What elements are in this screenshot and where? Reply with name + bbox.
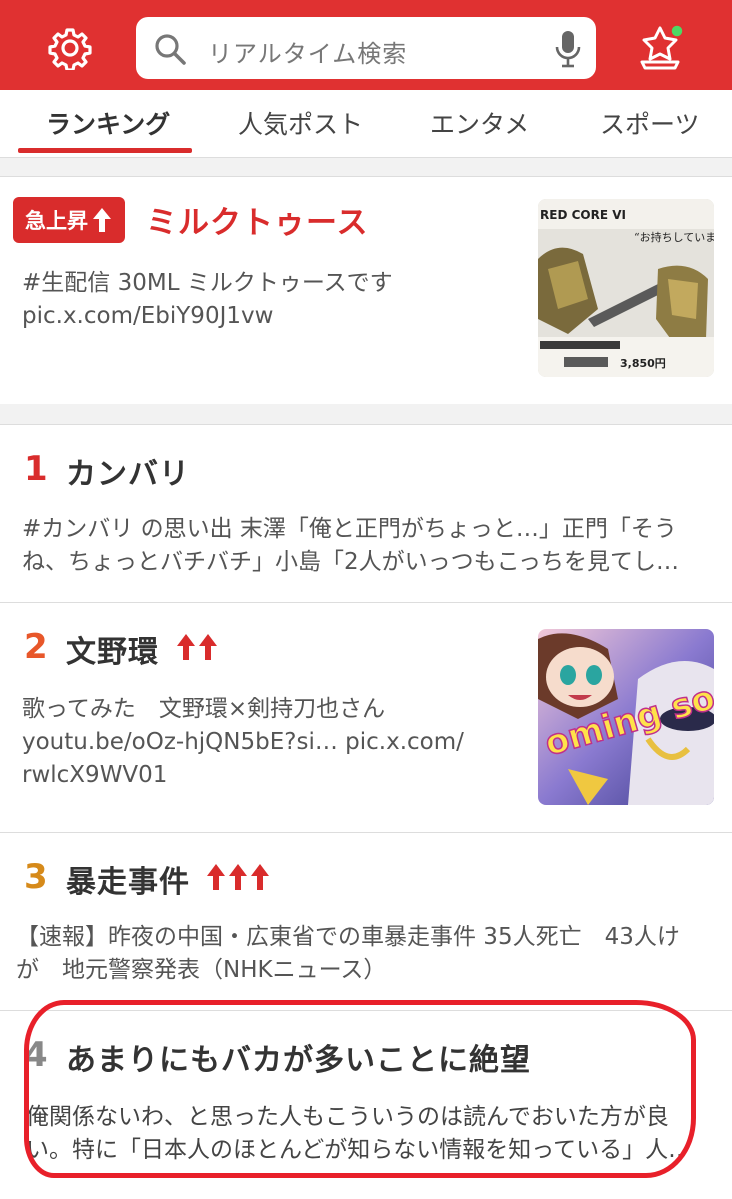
rank-number: 1 — [24, 449, 48, 489]
ranking-title: カンバリ — [66, 457, 190, 492]
trend-arrows — [206, 863, 270, 891]
up-arrow-icon — [199, 634, 217, 660]
tab-bar: ランキング 人気ポスト エンタメ スポーツ — [0, 90, 732, 158]
favorites-star-icon[interactable] — [638, 22, 686, 72]
rising-title: ミルクトゥース — [146, 205, 369, 241]
up-arrow-icon — [177, 634, 195, 660]
ranking-thumbnail: oming so — [538, 629, 714, 805]
search-input[interactable]: リアルタイム検索 — [136, 17, 596, 79]
search-icon — [155, 34, 186, 65]
thumb-text-1: RED CORE VI — [540, 208, 626, 222]
thumb-text-2: “お持ちしていま — [634, 230, 714, 244]
rising-trend-card[interactable]: 急上昇 ミルクトゥース #生配信 30ML ミルクトゥースです pic.x.co… — [0, 176, 732, 404]
tab-ranking[interactable]: ランキング — [46, 105, 170, 141]
ranking-snippet: #カンバリ の思い出 末澤「俺と正門がちょっと…」正門「そう ね、ちょっとバチバ… — [22, 516, 680, 575]
active-tab-indicator — [18, 148, 192, 153]
up-arrow-icon — [251, 864, 269, 890]
trend-arrows — [176, 633, 218, 661]
highlight-annotation — [24, 1000, 696, 1178]
up-arrow-icon — [93, 208, 111, 232]
rank-number: 2 — [24, 627, 48, 667]
up-arrow-icon — [207, 864, 225, 890]
rising-badge: 急上昇 — [13, 197, 125, 243]
rising-thumbnail: RED CORE VI “お持ちしていま 3,850円 — [538, 199, 714, 377]
ranking-snippet: 【速報】昨夜の中国・広東省での車暴走事件 35人死亡 43人け が 地元警察発表… — [16, 924, 680, 983]
rising-snippet: #生配信 30ML ミルクトゥースです pic.x.com/EbiY90J1vw — [22, 270, 393, 329]
rising-badge-label: 急上昇 — [25, 209, 88, 233]
ranking-title: 文野環 — [66, 635, 159, 670]
ranking-item-1[interactable]: 1 カンバリ #カンバリ の思い出 末澤「俺と正門がちょっと…」正門「そう ね、… — [0, 424, 732, 602]
ranking-title: 暴走事件 — [66, 865, 190, 900]
tab-popular-posts[interactable]: 人気ポスト — [238, 105, 363, 141]
rank-number: 3 — [24, 857, 48, 897]
ranking-item-3[interactable]: 3 暴走事件 【速報】昨夜の中国・広東省での車暴走事件 35人死亡 43人け が… — [0, 832, 732, 1010]
ranking-item-2[interactable]: 2 文野環 歌ってみた 文野環×剣持刀也さん youtu.be/oOz-hjQN… — [0, 602, 732, 832]
tab-sports[interactable]: スポーツ — [600, 105, 700, 141]
microphone-icon[interactable] — [554, 29, 582, 69]
up-arrow-icon — [229, 864, 247, 890]
app-header: リアルタイム検索 — [0, 0, 732, 90]
search-placeholder: リアルタイム検索 — [208, 40, 408, 68]
tab-entertainment[interactable]: エンタメ — [430, 105, 529, 141]
thumb-text-3: 3,850円 — [620, 357, 666, 370]
ranking-snippet: 歌ってみた 文野環×剣持刀也さん youtu.be/oOz-hjQN5bE?si… — [22, 696, 464, 788]
gear-icon[interactable] — [48, 26, 92, 70]
